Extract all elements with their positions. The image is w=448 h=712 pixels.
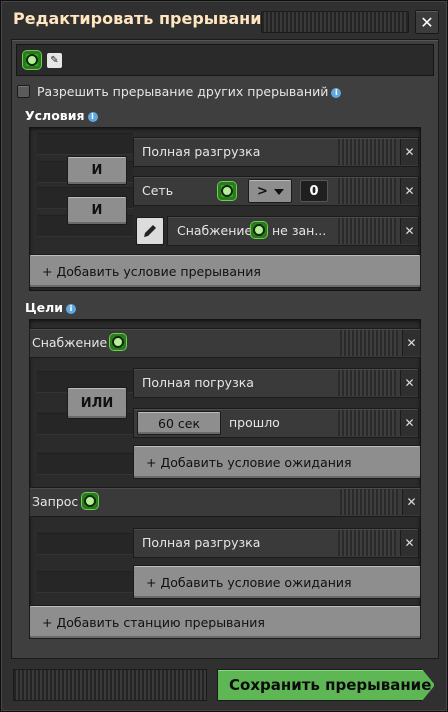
drag-handle[interactable] [338, 178, 396, 204]
pencil-icon [144, 225, 156, 237]
station-row[interactable]: Снабжение ✕ [29, 328, 421, 358]
add-interrupt-station-button[interactable]: + Добавить станцию прерывания [29, 605, 421, 639]
interrupt-name-bar: ✎ [16, 44, 434, 76]
info-icon: i [66, 303, 76, 314]
targets-header: Цели i [25, 300, 76, 315]
condition-row[interactable]: Снабжение не зан... ✕ [167, 216, 419, 246]
condition-label: Сеть [142, 183, 174, 198]
empty-slot [37, 533, 133, 555]
empty-slot [37, 571, 133, 593]
drag-handle[interactable] [338, 139, 396, 165]
condition-label-suffix: не зан... [272, 223, 327, 238]
drag-handle[interactable] [340, 489, 398, 515]
allow-nested-label: Разрешить прерывание других прерываний i [37, 84, 342, 99]
window-title: Редактировать прерывание [13, 9, 273, 28]
drag-handle[interactable] [13, 669, 207, 701]
conditions-header: Условия i [25, 108, 98, 123]
station-name: Снабжение [32, 335, 108, 350]
logic-or-button[interactable]: ИЛИ [67, 387, 127, 419]
empty-slot [37, 133, 133, 155]
remove-icon[interactable]: ✕ [400, 530, 418, 556]
operator-value: > [257, 183, 268, 199]
condition-row[interactable]: Сеть > 0 ✕ [133, 176, 419, 206]
info-icon: i [87, 111, 98, 122]
drag-handle[interactable] [338, 370, 396, 396]
title-bar: Редактировать прерывание ✕ [5, 5, 445, 35]
operator-dropdown[interactable]: > [248, 179, 292, 203]
empty-slot [37, 453, 133, 475]
pencil-icon[interactable]: ✎ [47, 53, 62, 68]
circuit-chip-icon[interactable] [251, 222, 267, 238]
condition-row[interactable]: Полная разгрузка ✕ [133, 137, 419, 167]
remove-icon[interactable]: ✕ [400, 410, 418, 436]
edit-condition-button[interactable] [136, 217, 164, 245]
drag-handle[interactable] [340, 330, 398, 356]
condition-label: Полная погрузка [142, 375, 254, 390]
circuit-chip-icon[interactable] [23, 51, 41, 69]
wait-condition-row[interactable]: 60 сек прошло ✕ [133, 408, 419, 438]
remove-icon[interactable]: ✕ [402, 489, 420, 515]
remove-icon[interactable]: ✕ [400, 370, 418, 396]
circuit-chip-icon[interactable] [218, 182, 236, 200]
drag-handle[interactable] [338, 218, 396, 244]
drag-handle[interactable] [338, 530, 396, 556]
save-interrupt-button[interactable]: Сохранить прерывание [217, 669, 435, 701]
edit-interrupt-window: Редактировать прерывание ✕ ✎ Разрешить п… [0, 0, 448, 712]
chevron-down-icon [274, 189, 284, 195]
add-wait-condition-button[interactable]: + Добавить условие ожидания [133, 445, 421, 479]
remove-icon[interactable]: ✕ [400, 139, 418, 165]
logic-and-button[interactable]: И [67, 156, 127, 185]
time-button[interactable]: 60 сек [137, 411, 221, 435]
logic-and-button[interactable]: И [67, 196, 127, 225]
station-name: Запрос [32, 494, 79, 509]
condition-label: прошло [229, 415, 280, 430]
station-row[interactable]: Запрос ✕ [29, 487, 421, 517]
condition-label: Полная разгрузка [142, 144, 261, 159]
add-wait-condition-button[interactable]: + Добавить условие ожидания [133, 565, 421, 599]
remove-icon[interactable]: ✕ [400, 218, 418, 244]
info-icon: i [331, 87, 342, 98]
allow-nested-checkbox[interactable] [17, 85, 30, 98]
remove-icon[interactable]: ✕ [402, 330, 420, 356]
remove-icon[interactable]: ✕ [400, 178, 418, 204]
circuit-chip-icon[interactable] [110, 334, 126, 350]
drag-handle[interactable] [338, 410, 396, 436]
wait-condition-row[interactable]: Полная погрузка ✕ [133, 368, 419, 398]
close-icon[interactable]: ✕ [415, 10, 439, 34]
add-interrupt-condition-button[interactable]: + Добавить условие прерывания [29, 254, 421, 288]
circuit-chip-icon[interactable] [82, 493, 98, 509]
condition-label-prefix: Снабжение [177, 223, 253, 238]
constant-input[interactable]: 0 [300, 180, 328, 202]
condition-label: Полная разгрузка [142, 535, 261, 550]
drag-handle[interactable] [261, 11, 409, 33]
wait-condition-row[interactable]: Полная разгрузка ✕ [133, 528, 419, 558]
